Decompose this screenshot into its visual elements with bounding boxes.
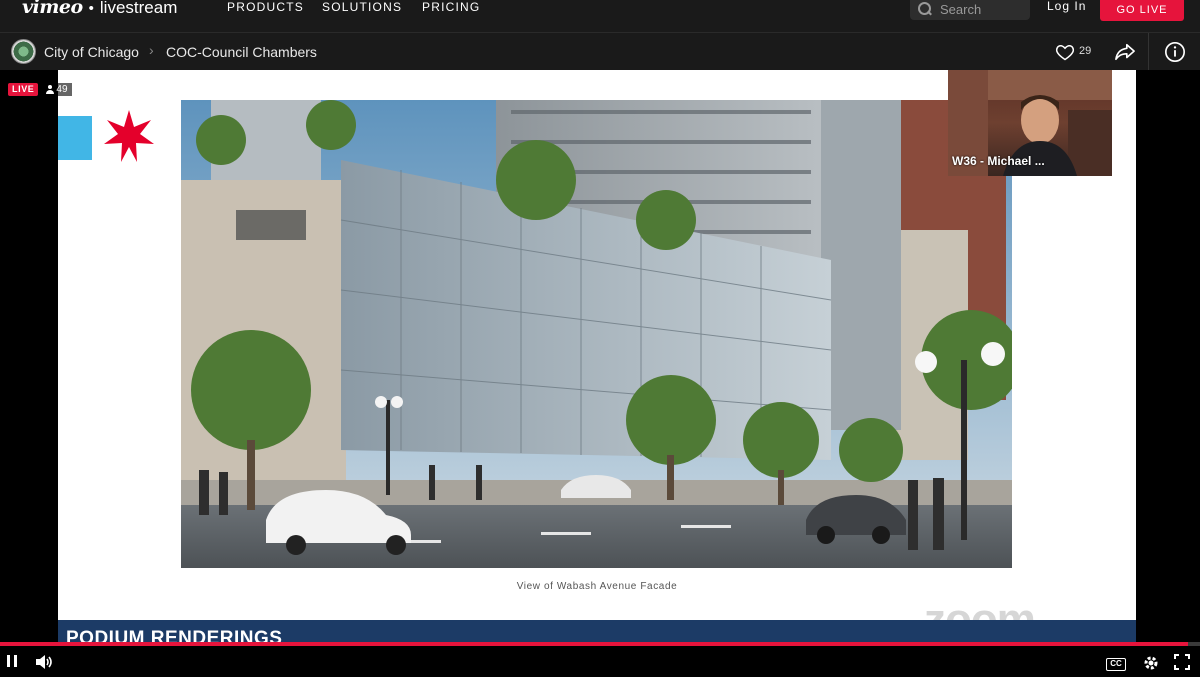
viewer-icon (46, 85, 55, 94)
pause-icon[interactable] (5, 654, 19, 668)
city-seal-avatar[interactable] (11, 39, 36, 64)
chicago-flag-stripe (58, 116, 92, 160)
chicago-star-icon (104, 110, 154, 162)
nav-pricing-link[interactable]: PRICING (422, 0, 480, 14)
header-divider (1148, 33, 1149, 71)
search-placeholder: Search (940, 1, 982, 17)
video-player[interactable]: View of Wabash Avenue Facade zoom PODIUM… (0, 70, 1200, 650)
search-input[interactable]: Search (910, 0, 1030, 20)
chevron-right-icon: › (149, 42, 154, 58)
viewer-count: 49 (56, 84, 68, 95)
fullscreen-icon[interactable] (1174, 654, 1190, 670)
channel-header-bar: City of Chicago › COC-Council Chambers 2… (0, 32, 1200, 71)
participant-name-label: W36 - Michael ... (952, 154, 1045, 168)
settings-icon[interactable] (1142, 654, 1160, 672)
go-live-button[interactable]: GO LIVE (1100, 0, 1184, 21)
building-rendering-image (181, 100, 1012, 568)
vimeo-livestream-page: { "nav": { "logo_brand": "vimeo", "logo_… (0, 0, 1200, 677)
participant-video-thumbnail: W36 - Michael ... (948, 70, 1112, 176)
nav-products-link[interactable]: PRODUCTS (227, 0, 304, 14)
live-label: LIVE (8, 83, 39, 96)
volume-icon[interactable] (35, 654, 53, 670)
like-count: 29 (1079, 45, 1092, 57)
share-icon[interactable] (1114, 42, 1136, 62)
breadcrumb-channel-link[interactable]: City of Chicago (44, 44, 139, 60)
logo-product: livestream (99, 0, 178, 17)
logo-separator: • (88, 0, 94, 17)
top-navigation-bar: vimeo • livestream PRODUCTS SOLUTIONS PR… (0, 0, 1200, 32)
heart-icon[interactable] (1055, 42, 1075, 62)
nav-solutions-link[interactable]: SOLUTIONS (322, 0, 402, 14)
slide-caption: View of Wabash Avenue Facade (516, 581, 678, 592)
search-icon (918, 2, 932, 16)
viewer-count-badge: 49 (42, 83, 72, 96)
vimeo-livestream-logo[interactable]: vimeo • livestream (22, 0, 177, 18)
live-status-badge: LIVE 49 (8, 83, 72, 96)
login-link[interactable]: Log In (1047, 0, 1086, 12)
info-icon[interactable] (1164, 41, 1186, 63)
breadcrumb-event-title: COC-Council Chambers (166, 44, 317, 60)
closed-captions-icon[interactable]: CC (1106, 658, 1126, 671)
logo-brand: vimeo (22, 0, 83, 18)
player-controls-bar: CC (0, 646, 1200, 677)
